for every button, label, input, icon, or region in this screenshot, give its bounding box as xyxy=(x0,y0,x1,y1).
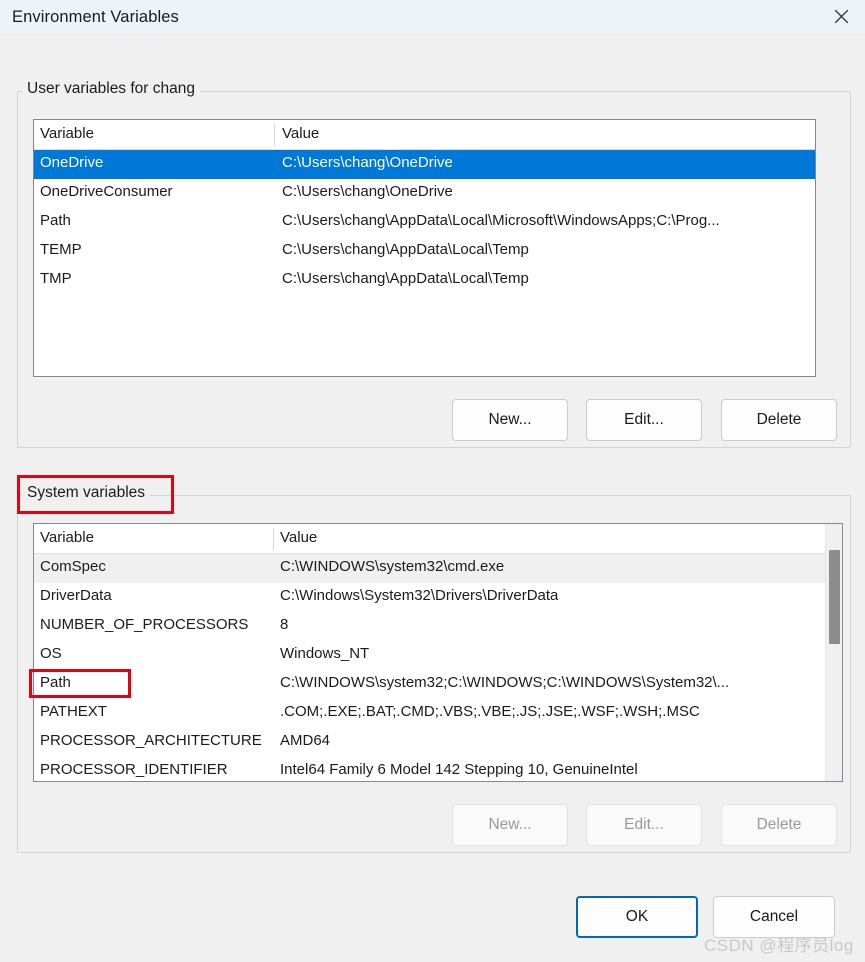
system-list-header: Variable Value xyxy=(34,524,842,554)
cell-value: Intel64 Family 6 Model 142 Stepping 10, … xyxy=(280,761,638,778)
close-button[interactable] xyxy=(818,0,865,33)
cell-value: Windows_NT xyxy=(280,645,370,662)
scrollbar-thumb[interactable] xyxy=(829,550,840,644)
cell-value: AMD64 xyxy=(280,732,331,749)
user-new-button[interactable]: New... xyxy=(452,399,568,441)
table-row[interactable]: PROCESSOR_IDENTIFIER Intel64 Family 6 Mo… xyxy=(34,757,842,781)
table-row[interactable]: PROCESSOR_ARCHITECTURE AMD64 xyxy=(34,728,842,757)
user-column-header-value[interactable]: Value xyxy=(282,125,319,142)
system-column-header-value[interactable]: Value xyxy=(280,529,317,546)
cell-value: C:\WINDOWS\system32;C:\WINDOWS;C:\WINDOW… xyxy=(280,674,730,691)
system-column-divider[interactable] xyxy=(273,528,274,550)
system-delete-button[interactable]: Delete xyxy=(721,804,837,846)
table-row[interactable]: NUMBER_OF_PROCESSORS 8 xyxy=(34,612,842,641)
user-edit-button[interactable]: Edit... xyxy=(586,399,702,441)
cell-variable: Path xyxy=(40,674,71,691)
table-row[interactable]: OneDrive C:\Users\chang\OneDrive xyxy=(34,150,815,179)
user-variables-list[interactable]: Variable Value OneDrive C:\Users\chang\O… xyxy=(33,119,816,377)
system-edit-button[interactable]: Edit... xyxy=(586,804,702,846)
table-row[interactable]: ComSpec C:\WINDOWS\system32\cmd.exe xyxy=(34,554,842,583)
cell-variable: NUMBER_OF_PROCESSORS xyxy=(40,616,249,633)
system-variables-legend: System variables xyxy=(22,484,151,502)
user-column-header-variable[interactable]: Variable xyxy=(40,125,94,142)
system-column-header-variable[interactable]: Variable xyxy=(40,529,94,546)
cell-value: C:\Users\chang\AppData\Local\Microsoft\W… xyxy=(282,212,720,229)
user-delete-button[interactable]: Delete xyxy=(721,399,837,441)
cell-value: 8 xyxy=(280,616,289,633)
ok-button[interactable]: OK xyxy=(576,896,698,938)
cell-variable: ComSpec xyxy=(40,558,106,575)
cell-variable: TEMP xyxy=(40,241,82,258)
table-row[interactable]: TMP C:\Users\chang\AppData\Local\Temp xyxy=(34,266,815,295)
cell-value: C:\Users\chang\OneDrive xyxy=(282,154,453,171)
table-row[interactable]: OS Windows_NT xyxy=(34,641,842,670)
table-row[interactable]: PATHEXT .COM;.EXE;.BAT;.CMD;.VBS;.VBE;.J… xyxy=(34,699,842,728)
cell-variable: OneDriveConsumer xyxy=(40,183,173,200)
cell-variable: OS xyxy=(40,645,62,662)
title-bar: Environment Variables xyxy=(0,0,865,35)
cell-variable: Path xyxy=(40,212,71,229)
system-list-rows: ComSpec C:\WINDOWS\system32\cmd.exe Driv… xyxy=(34,554,842,781)
cell-value: C:\Windows\System32\Drivers\DriverData xyxy=(280,587,559,604)
cell-variable: DriverData xyxy=(40,587,112,604)
cell-value: C:\WINDOWS\system32\cmd.exe xyxy=(280,558,505,575)
system-list-scrollbar[interactable] xyxy=(825,524,842,781)
user-column-divider[interactable] xyxy=(274,124,275,146)
cell-variable: TMP xyxy=(40,270,72,287)
cell-value: C:\Users\chang\AppData\Local\Temp xyxy=(282,270,529,287)
watermark: CSDN @程序员log xyxy=(704,936,854,955)
table-row[interactable]: DriverData C:\Windows\System32\Drivers\D… xyxy=(34,583,842,612)
user-list-rows: OneDrive C:\Users\chang\OneDrive OneDriv… xyxy=(34,150,815,295)
cell-value: C:\Users\chang\OneDrive xyxy=(282,183,453,200)
table-row[interactable]: TEMP C:\Users\chang\AppData\Local\Temp xyxy=(34,237,815,266)
table-row[interactable]: Path C:\WINDOWS\system32;C:\WINDOWS;C:\W… xyxy=(34,670,842,699)
user-list-header: Variable Value xyxy=(34,120,815,150)
cell-value: .COM;.EXE;.BAT;.CMD;.VBS;.VBE;.JS;.JSE;.… xyxy=(280,703,700,720)
table-row[interactable]: OneDriveConsumer C:\Users\chang\OneDrive xyxy=(34,179,815,208)
system-variables-list[interactable]: Variable Value ComSpec C:\WINDOWS\system… xyxy=(33,523,843,782)
cell-value: C:\Users\chang\AppData\Local\Temp xyxy=(282,241,529,258)
close-icon xyxy=(834,9,849,24)
user-variables-legend: User variables for chang xyxy=(22,80,200,98)
window-title: Environment Variables xyxy=(12,8,179,26)
table-row[interactable]: Path C:\Users\chang\AppData\Local\Micros… xyxy=(34,208,815,237)
cell-variable: PROCESSOR_ARCHITECTURE xyxy=(40,732,262,749)
cell-variable: PROCESSOR_IDENTIFIER xyxy=(40,761,228,778)
cell-variable: OneDrive xyxy=(40,154,104,171)
system-new-button[interactable]: New... xyxy=(452,804,568,846)
cell-variable: PATHEXT xyxy=(40,703,107,720)
